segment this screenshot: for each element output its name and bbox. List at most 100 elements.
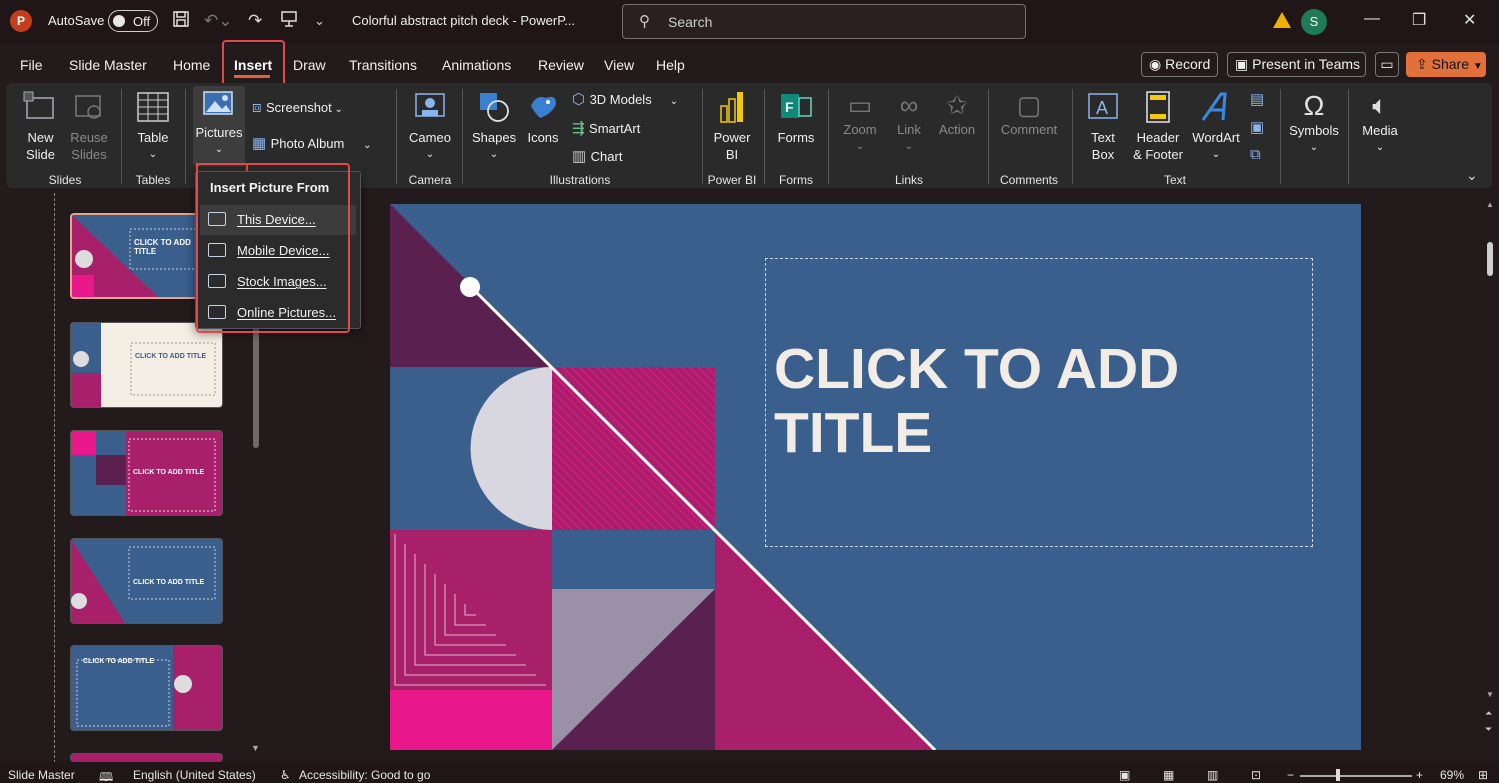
ribbon-separator: [185, 89, 186, 184]
comment-label: Comment: [1000, 122, 1058, 137]
tab-home[interactable]: Home: [173, 57, 210, 73]
new-slide-icon: [23, 91, 54, 119]
photo-album-icon: ▦: [252, 135, 267, 152]
photo-album-button[interactable]: ▦ Photo Album ⌄: [252, 134, 382, 153]
redo-icon[interactable]: ↷: [248, 10, 262, 32]
spelling-icon[interactable]: 🕮︎: [99, 768, 113, 783]
share-button[interactable]: ⇪ Share ▼: [1406, 52, 1486, 77]
tab-help[interactable]: Help: [656, 57, 685, 73]
zoom-button[interactable]: ▭ Zoom ⌄: [838, 90, 882, 155]
zoom-out-icon[interactable]: −: [1287, 768, 1294, 782]
title-placeholder[interactable]: CLICK TO ADD TITLE: [765, 258, 1313, 547]
cameo-button[interactable]: Cameo ⌄: [405, 90, 455, 163]
tab-transitions[interactable]: Transitions: [349, 57, 417, 73]
accessibility-icon: ♿︎: [280, 768, 291, 782]
cameo-icon: [415, 93, 445, 117]
dropdown-highlight: [196, 163, 350, 333]
object-icon: ⧉: [1250, 146, 1261, 163]
warning-icon[interactable]: [1273, 12, 1291, 28]
chart-button[interactable]: ▥ Chart: [572, 147, 672, 166]
status-accessibility[interactable]: Accessibility: Good to go: [299, 768, 430, 782]
previous-slide-icon[interactable]: ⏶: [1485, 708, 1492, 719]
minimize-icon[interactable]: —: [1364, 10, 1380, 28]
slideshow-icon[interactable]: ⊡: [1251, 768, 1261, 782]
search-placeholder: Search: [668, 14, 713, 30]
scroll-down-icon[interactable]: ▼: [251, 743, 260, 753]
tab-draw[interactable]: Draw: [293, 57, 326, 73]
zoom-slider-thumb[interactable]: [1336, 769, 1340, 781]
avatar[interactable]: S: [1301, 9, 1327, 35]
normal-view-icon[interactable]: ▣: [1119, 768, 1130, 782]
text-box-button[interactable]: A Text Box: [1081, 90, 1125, 163]
collapse-ribbon-icon[interactable]: ⌄: [1466, 167, 1478, 184]
status-language[interactable]: English (United States): [133, 768, 256, 782]
status-view: Slide Master: [8, 768, 75, 782]
smartart-button[interactable]: ⇶ SmartArt: [572, 119, 672, 138]
screenshot-button[interactable]: ⧈ Screenshot ⌄: [252, 99, 362, 117]
slide-thumbnail-2[interactable]: CLICK TO ADD TITLE: [70, 322, 223, 408]
tab-file[interactable]: File: [20, 57, 43, 73]
tab-slide-master[interactable]: Slide Master: [69, 57, 147, 73]
link-icon: ∞: [899, 90, 919, 120]
slide-scrollbar[interactable]: ▲ ▼ ⏶ ⏷: [1484, 200, 1496, 750]
autosave-toggle[interactable]: Off: [108, 10, 158, 32]
search-box[interactable]: ⚲ Search: [622, 4, 1026, 39]
slide-thumbnail-4[interactable]: CLICK TO ADD TITLE: [70, 538, 223, 624]
save-icon[interactable]: [172, 10, 190, 32]
shapes-label: Shapes: [472, 130, 517, 145]
text-box-label-2: Box: [1091, 147, 1115, 162]
slide-number-button[interactable]: ▣: [1250, 118, 1270, 137]
restore-icon[interactable]: ❐: [1412, 10, 1426, 30]
new-slide-button[interactable]: New Slide: [18, 90, 63, 163]
zoom-slider[interactable]: [1300, 775, 1412, 777]
scrollbar-thumb[interactable]: [1487, 242, 1493, 276]
present-from-start-icon[interactable]: [280, 10, 298, 32]
tab-view[interactable]: View: [604, 57, 634, 73]
slide-sorter-icon[interactable]: ▦: [1163, 768, 1174, 782]
fit-slide-icon[interactable]: ⊞: [1478, 768, 1488, 782]
slide-title: CLICK TO ADD TITLE: [774, 337, 1294, 465]
ribbon-separator: [121, 89, 122, 184]
scroll-down-icon[interactable]: ▼: [1486, 690, 1494, 699]
pictures-button[interactable]: Pictures ⌄: [193, 86, 245, 166]
record-button[interactable]: ◉ Record: [1141, 52, 1218, 77]
object-button[interactable]: ⧉: [1250, 146, 1270, 164]
slide-thumbnail-3[interactable]: CLICK TO ADD TITLE: [70, 430, 223, 516]
reuse-slides-button[interactable]: Reuse Slides: [68, 90, 110, 163]
forms-button[interactable]: F Forms: [773, 90, 819, 146]
speaker-icon: 🔈︎: [1372, 90, 1388, 120]
3d-models-button[interactable]: ⬡ 3D Models ⌄: [572, 90, 687, 109]
link-button[interactable]: ∞ Link ⌄: [888, 90, 930, 155]
record-label: Record: [1165, 56, 1211, 72]
next-slide-icon[interactable]: ⏷: [1485, 724, 1492, 735]
icons-button[interactable]: Icons: [522, 90, 564, 146]
scroll-up-icon[interactable]: ▲: [1486, 200, 1494, 209]
comment-button[interactable]: ▢ Comment: [995, 90, 1063, 138]
zoom-level[interactable]: 69%: [1440, 768, 1464, 782]
smartart-icon: ⇶: [572, 120, 585, 137]
undo-icon[interactable]: ↶⌄: [204, 10, 233, 32]
power-bi-button[interactable]: Power BI: [710, 90, 754, 163]
table-button[interactable]: Table ⌄: [132, 90, 174, 163]
media-button[interactable]: 🔈︎ Media ⌄: [1356, 90, 1404, 156]
wordart-button[interactable]: WordArt ⌄: [1189, 90, 1243, 163]
present-in-teams-button[interactable]: ▣ Present in Teams: [1227, 52, 1366, 77]
close-icon[interactable]: ✕: [1463, 10, 1476, 30]
forms-icon: F: [781, 94, 812, 118]
customize-qat-icon[interactable]: ⌄: [314, 10, 325, 32]
zoom-label: Zoom: [843, 122, 877, 137]
tab-animations[interactable]: Animations: [442, 57, 511, 73]
action-button[interactable]: ✩ Action: [934, 90, 980, 138]
zoom-in-icon[interactable]: +: [1416, 768, 1423, 782]
tab-review[interactable]: Review: [538, 57, 584, 73]
slide-thumbnail-5[interactable]: CLICK TO ADD TITLE: [70, 645, 223, 731]
reading-view-icon[interactable]: ▥: [1207, 768, 1218, 782]
shapes-button[interactable]: Shapes ⌄: [472, 90, 516, 163]
comments-button[interactable]: ▭: [1375, 52, 1399, 77]
slide-thumbnail-6[interactable]: [70, 753, 223, 762]
header-footer-button[interactable]: Header & Footer: [1129, 90, 1187, 163]
cameo-label: Cameo: [409, 130, 451, 145]
document-title[interactable]: Colorful abstract pitch deck - PowerP...: [352, 13, 575, 28]
date-time-button[interactable]: ▤: [1250, 90, 1270, 109]
symbols-button[interactable]: Ω Symbols ⌄: [1288, 90, 1340, 156]
